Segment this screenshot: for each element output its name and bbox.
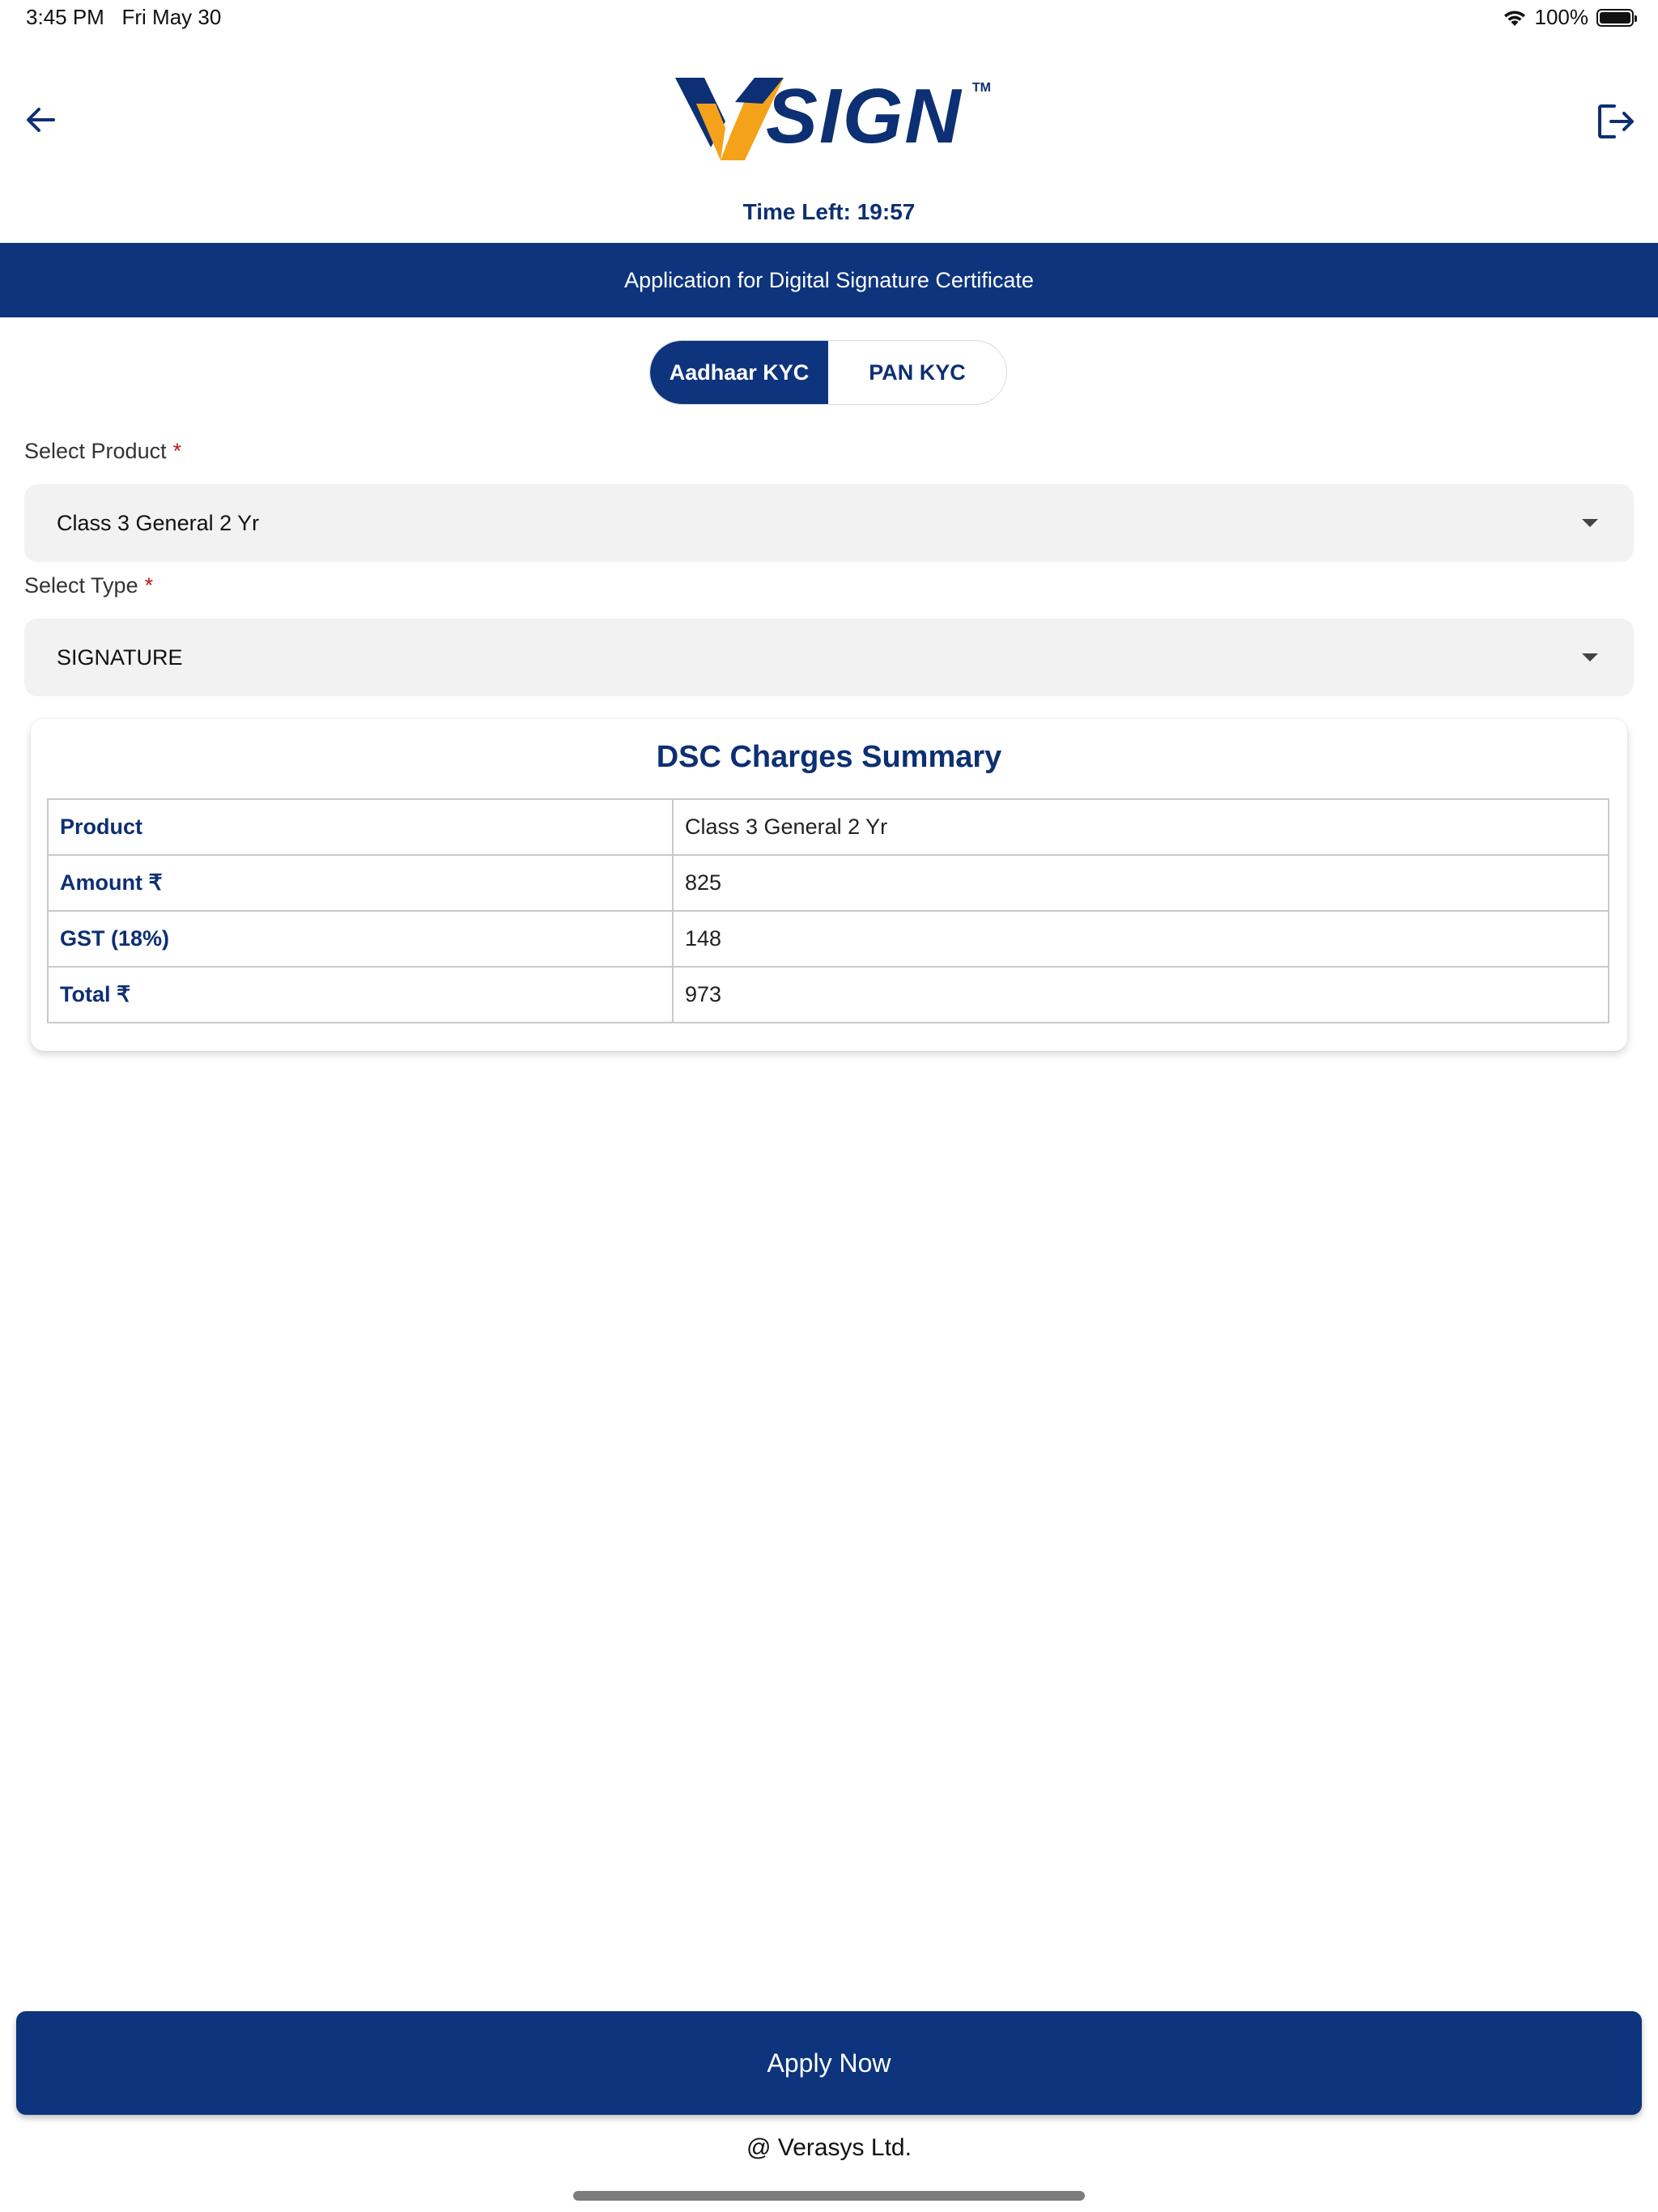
summary-title: DSC Charges Summary [656, 740, 1002, 774]
chevron-down-icon [1582, 519, 1598, 527]
wifi-icon [1503, 10, 1525, 26]
apply-now-button[interactable]: Apply Now [16, 2011, 1642, 2115]
status-date: Fri May 30 [121, 5, 222, 29]
summary-value: Class 3 General 2 Yr [672, 798, 1609, 856]
battery-icon [1596, 8, 1637, 27]
select-product-label: Select Product * [24, 439, 181, 464]
select-product-label-text: Select Product [24, 439, 167, 463]
summary-table: Product Class 3 General 2 Yr Amount ₹ 82… [47, 798, 1609, 1023]
page-title: Application for Digital Signature Certif… [624, 267, 1034, 292]
status-bar-right: 100% [1503, 5, 1637, 30]
summary-value: 825 [672, 854, 1609, 912]
summary-key: Product [47, 798, 674, 856]
logo-text: SIGN [766, 73, 963, 160]
select-type-dropdown[interactable]: SIGNATURE [24, 619, 1634, 696]
page-title-bar: Application for Digital Signature Certif… [0, 243, 1658, 317]
select-product-value: Class 3 General 2 Yr [57, 510, 260, 535]
summary-key: Total ₹ [47, 966, 674, 1023]
table-row: Amount ₹ 825 [47, 854, 1609, 912]
footer-copyright: @ Verasys Ltd. [746, 2134, 912, 2161]
summary-value: 973 [672, 966, 1609, 1023]
table-row: GST (18%) 148 [47, 910, 1609, 968]
select-product-dropdown[interactable]: Class 3 General 2 Yr [24, 484, 1634, 562]
status-time: 3:45 PM [26, 5, 104, 29]
logout-icon [1598, 104, 1634, 138]
summary-value: 148 [672, 910, 1609, 968]
table-row: Total ₹ 973 [47, 966, 1609, 1023]
time-left: Time Left: 19:57 [0, 199, 1658, 225]
logo-trademark: TM [971, 81, 991, 95]
home-indicator[interactable] [573, 2191, 1085, 2201]
dsc-charges-summary-card: DSC Charges Summary Product Class 3 Gene… [31, 719, 1627, 1051]
select-type-label: Select Type * [24, 573, 153, 598]
timer-value: 19:57 [857, 199, 916, 224]
timer-label: Time Left: [742, 199, 851, 224]
tab-aadhaar-kyc[interactable]: Aadhaar KYC [650, 341, 828, 404]
required-mark: * [172, 439, 182, 463]
logout-button[interactable] [1590, 96, 1642, 147]
tab-pan-kyc[interactable]: PAN KYC [828, 341, 1006, 404]
select-type-label-text: Select Type [24, 573, 138, 598]
arrow-left-icon [27, 108, 55, 132]
table-row: Product Class 3 General 2 Yr [47, 798, 1609, 856]
summary-key: GST (18%) [47, 910, 674, 968]
select-type-value: SIGNATURE [57, 644, 183, 670]
back-button[interactable] [16, 96, 65, 144]
battery-fill [1600, 11, 1630, 23]
chevron-down-icon [1582, 653, 1598, 661]
vsign-logo: SIGN TM [675, 71, 991, 164]
status-bar-time: 3:45 PM Fri May 30 [26, 5, 221, 30]
summary-key: Amount ₹ [47, 854, 674, 912]
battery-percent: 100% [1534, 5, 1589, 29]
kyc-tabs: Aadhaar KYC PAN KYC [649, 340, 1007, 405]
required-mark: * [144, 573, 154, 598]
